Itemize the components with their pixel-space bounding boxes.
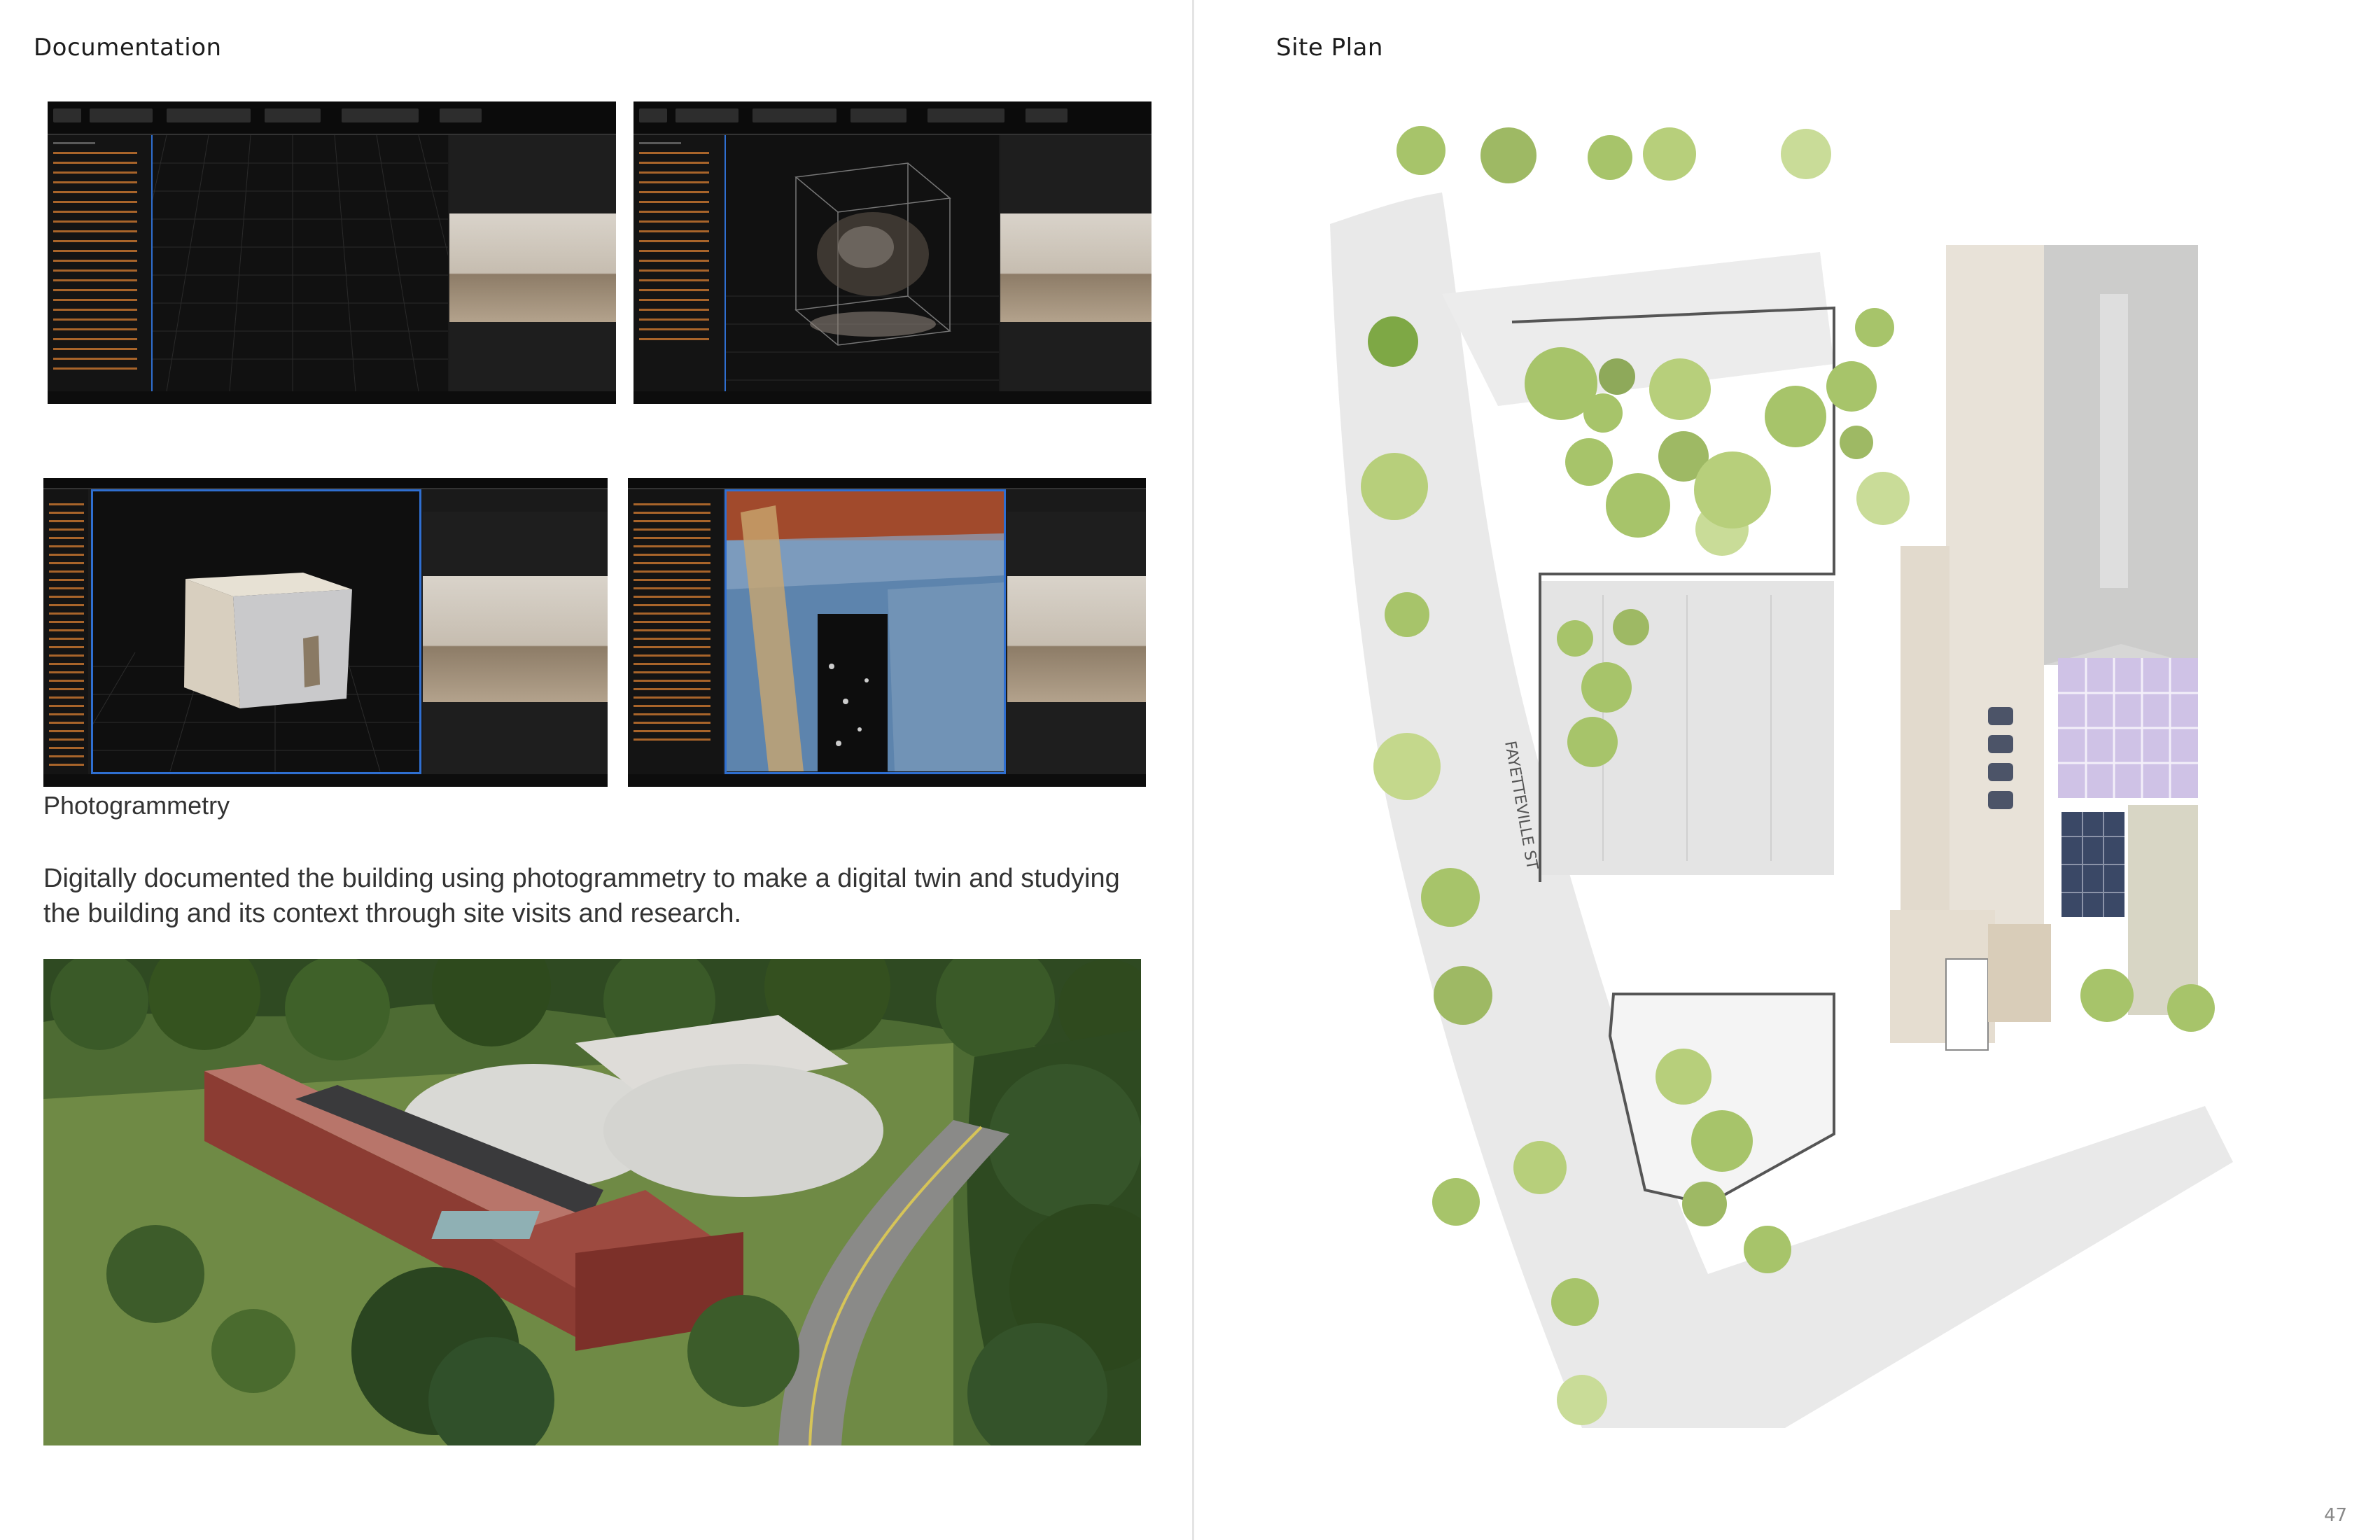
mesh-box-graphic: [93, 491, 419, 771]
grid-floor-graphic: [153, 135, 448, 391]
aerial-photo-graphic: [43, 959, 1141, 1446]
description-paragraph: Digitally documented the building using …: [43, 864, 1120, 928]
aerial-photo: [43, 959, 1141, 1446]
site-plan-title: Site Plan: [1276, 34, 1383, 62]
mesh-box-screenshot: [43, 478, 608, 787]
textured-mesh-graphic: [727, 491, 1004, 771]
image-list-panel: [634, 135, 727, 391]
documentation-title: Documentation: [34, 34, 222, 62]
point-cloud-screenshot: [634, 102, 1152, 404]
3d-viewport: [726, 135, 999, 391]
app-statusbar: [634, 391, 1152, 404]
photogrammetry-caption: Photogrammetry: [43, 791, 230, 820]
3d-viewport: [724, 489, 1006, 774]
textured-mesh-screenshot: [628, 478, 1146, 787]
3d-viewport: [153, 135, 448, 391]
empty-grid-screenshot: [48, 102, 616, 404]
image-list-panel: [628, 489, 723, 774]
app-statusbar: [43, 774, 608, 787]
app-statusbar: [48, 391, 616, 404]
spread-divider: [1192, 0, 1194, 1540]
app-ribbon: [634, 102, 1152, 135]
image-list-panel: [43, 489, 88, 774]
site-plan-drawing: FAYETTEVILLE ST: [1330, 126, 2233, 1428]
point-cloud-graphic: [726, 135, 999, 391]
reference-photo: [423, 576, 608, 702]
app-ribbon: [43, 478, 608, 489]
app-statusbar: [628, 774, 1146, 787]
reference-photo: [1000, 214, 1152, 322]
image-list-panel: [48, 135, 153, 391]
reference-photo: [449, 214, 616, 322]
app-ribbon: [48, 102, 616, 135]
reference-photo: [1007, 576, 1146, 702]
app-ribbon: [628, 478, 1146, 489]
main-building: [1946, 245, 2044, 1015]
3d-viewport: [91, 489, 421, 774]
page-number: 47: [2324, 1505, 2348, 1526]
